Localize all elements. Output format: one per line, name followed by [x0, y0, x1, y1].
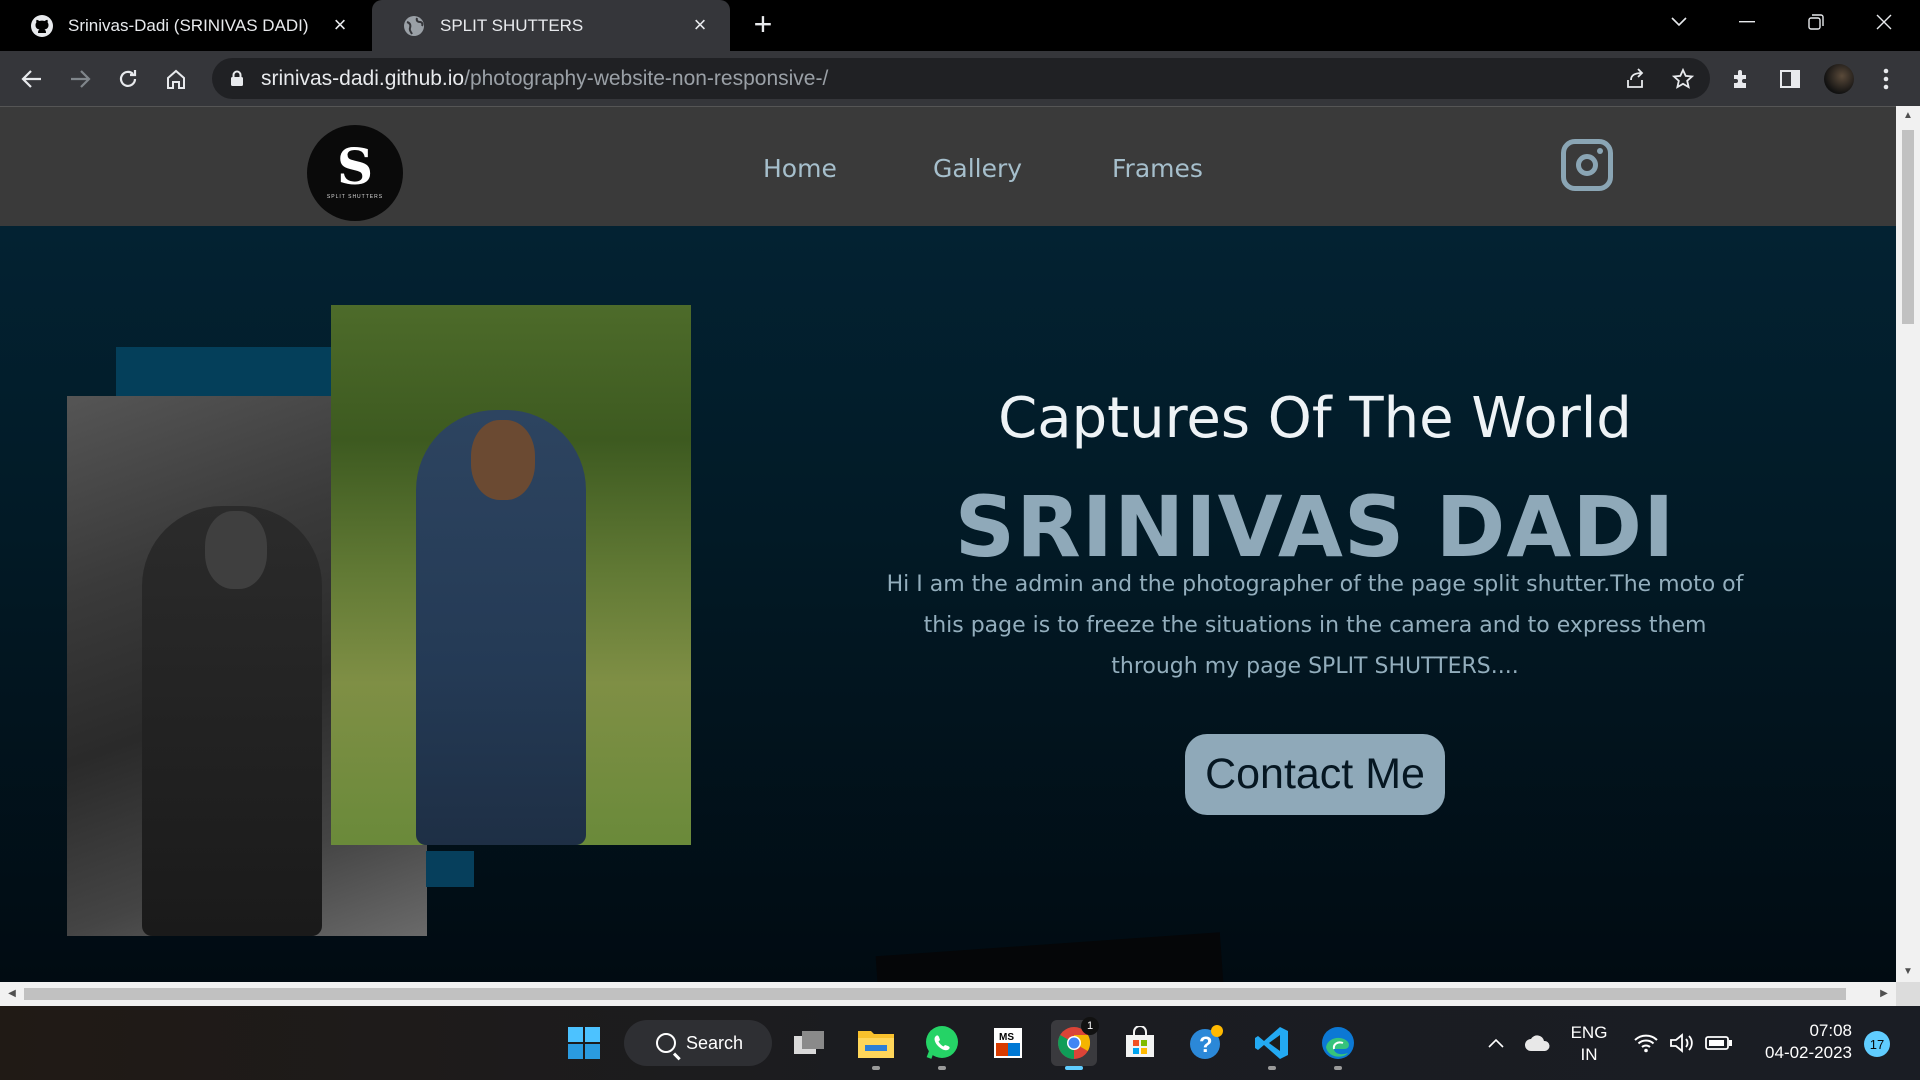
tab-search-chevron-icon[interactable] [1651, 0, 1707, 44]
decorative-block [426, 851, 474, 887]
close-window-icon[interactable] [1856, 0, 1912, 44]
get-help-icon[interactable]: ? [1183, 1020, 1229, 1066]
hero-description: Hi I am the admin and the photographer o… [886, 572, 1744, 679]
page-viewport: S SPLIT SHUTTERS Home Gallery Frames Cap… [0, 106, 1896, 982]
chrome-icon[interactable]: 1 [1051, 1017, 1099, 1070]
logo-text: SPLIT SHUTTERS [326, 194, 384, 200]
clock-date: 04-02-2023 [1765, 1043, 1852, 1062]
hero-subtitle: Captures Of The World [998, 386, 1632, 451]
task-view-icon[interactable] [786, 1020, 832, 1066]
vertical-scrollbar[interactable]: ▲ ▼ [1896, 106, 1920, 982]
github-icon [30, 14, 54, 38]
nav-link-frames[interactable]: Frames [1112, 154, 1203, 183]
windows-taskbar: Search MS 1 ? ENG IN 07:08 04-02-2023 17 [0, 1006, 1920, 1080]
site-logo[interactable]: S SPLIT SHUTTERS [307, 125, 403, 221]
search-icon [656, 1033, 676, 1053]
nav-link-home[interactable]: Home [763, 154, 837, 183]
instagram-icon[interactable] [1561, 139, 1613, 191]
windows-start-icon[interactable] [561, 1020, 607, 1066]
scroll-down-icon[interactable]: ▼ [1896, 962, 1920, 982]
restore-icon[interactable] [1788, 0, 1844, 44]
portrait-photo-color [331, 305, 691, 845]
forward-icon[interactable] [62, 61, 98, 97]
side-panel-icon[interactable] [1776, 65, 1804, 93]
bookmark-star-icon[interactable] [1671, 67, 1695, 91]
extensions-icon[interactable] [1728, 65, 1756, 93]
clock-time: 07:08 [1809, 1021, 1852, 1040]
language-code: ENG [1570, 1023, 1608, 1042]
reload-icon[interactable] [110, 61, 146, 97]
scroll-up-icon[interactable]: ▲ [1896, 106, 1920, 126]
share-icon[interactable] [1623, 67, 1647, 91]
tab-title: Srinivas-Dadi (SRINIVAS DADI) [68, 15, 309, 35]
taskbar-search[interactable]: Search [624, 1020, 772, 1066]
scrollbar-corner [1896, 982, 1920, 1006]
scroll-right-icon[interactable]: ▶ [1874, 982, 1894, 1006]
clock[interactable]: 07:08 04-02-2023 [1748, 1020, 1852, 1064]
contact-me-button[interactable]: Contact Me [1185, 734, 1445, 815]
scrollbar-thumb[interactable] [24, 988, 1846, 1000]
chrome-notification-badge: 1 [1081, 1017, 1099, 1035]
tab-strip: Srinivas-Dadi (SRINIVAS DADI) × SPLIT SH… [0, 0, 1920, 51]
kebab-menu-icon[interactable] [1872, 65, 1900, 93]
show-hidden-icons-chevron[interactable] [1481, 1020, 1511, 1066]
onedrive-cloud-icon[interactable] [1518, 1020, 1558, 1066]
logo-mark: S [336, 137, 374, 196]
back-icon[interactable] [14, 61, 50, 97]
browser-toolbar: srinivas-dadi.github.io/photography-webs… [0, 51, 1920, 106]
home-icon[interactable] [158, 61, 194, 97]
microsoft-store-icon[interactable] [1117, 1020, 1163, 1066]
close-tab-icon[interactable]: × [328, 12, 352, 37]
decorative-shape [875, 932, 1229, 982]
tab-title: SPLIT SHUTTERS [440, 15, 584, 35]
wifi-icon[interactable] [1626, 1020, 1666, 1066]
globe-icon [402, 14, 426, 38]
decorative-block [116, 347, 332, 399]
minimize-icon[interactable] [1719, 0, 1775, 44]
region-code: IN [1580, 1045, 1598, 1064]
profile-avatar[interactable] [1824, 64, 1854, 94]
battery-icon[interactable] [1698, 1020, 1740, 1066]
hero-title: SRINIVAS DADI [954, 478, 1676, 576]
address-bar[interactable]: srinivas-dadi.github.io/photography-webs… [212, 58, 1710, 99]
volume-icon[interactable] [1662, 1020, 1702, 1066]
url-text: srinivas-dadi.github.io/photography-webs… [261, 67, 829, 90]
tab-github[interactable]: Srinivas-Dadi (SRINIVAS DADI) × [0, 0, 370, 51]
tab-split-shutters[interactable]: SPLIT SHUTTERS × [372, 0, 730, 51]
ms-office-icon[interactable]: MS [985, 1020, 1031, 1066]
scrollbar-thumb[interactable] [1902, 130, 1914, 324]
vscode-icon[interactable] [1249, 1020, 1295, 1070]
svg-text:?: ? [1199, 1032, 1212, 1057]
new-tab-button[interactable]: + [748, 8, 778, 40]
file-explorer-icon[interactable] [853, 1020, 899, 1070]
notification-badge[interactable]: 17 [1864, 1031, 1890, 1057]
scroll-left-icon[interactable]: ◀ [2, 982, 22, 1006]
whatsapp-icon[interactable] [919, 1020, 965, 1070]
nav-link-gallery[interactable]: Gallery [933, 154, 1022, 183]
search-label: Search [686, 1032, 744, 1053]
site-navbar: S SPLIT SHUTTERS Home Gallery Frames [0, 106, 1896, 226]
svg-text:MS: MS [999, 1032, 1014, 1043]
hero-section: Captures Of The World SRINIVAS DADI Hi I… [0, 226, 1896, 982]
language-indicator[interactable]: ENG IN [1567, 1022, 1611, 1066]
horizontal-scrollbar[interactable]: ◀ ▶ [0, 982, 1896, 1006]
close-tab-icon[interactable]: × [688, 12, 712, 37]
lock-icon [231, 70, 243, 86]
edge-icon[interactable] [1315, 1020, 1361, 1070]
